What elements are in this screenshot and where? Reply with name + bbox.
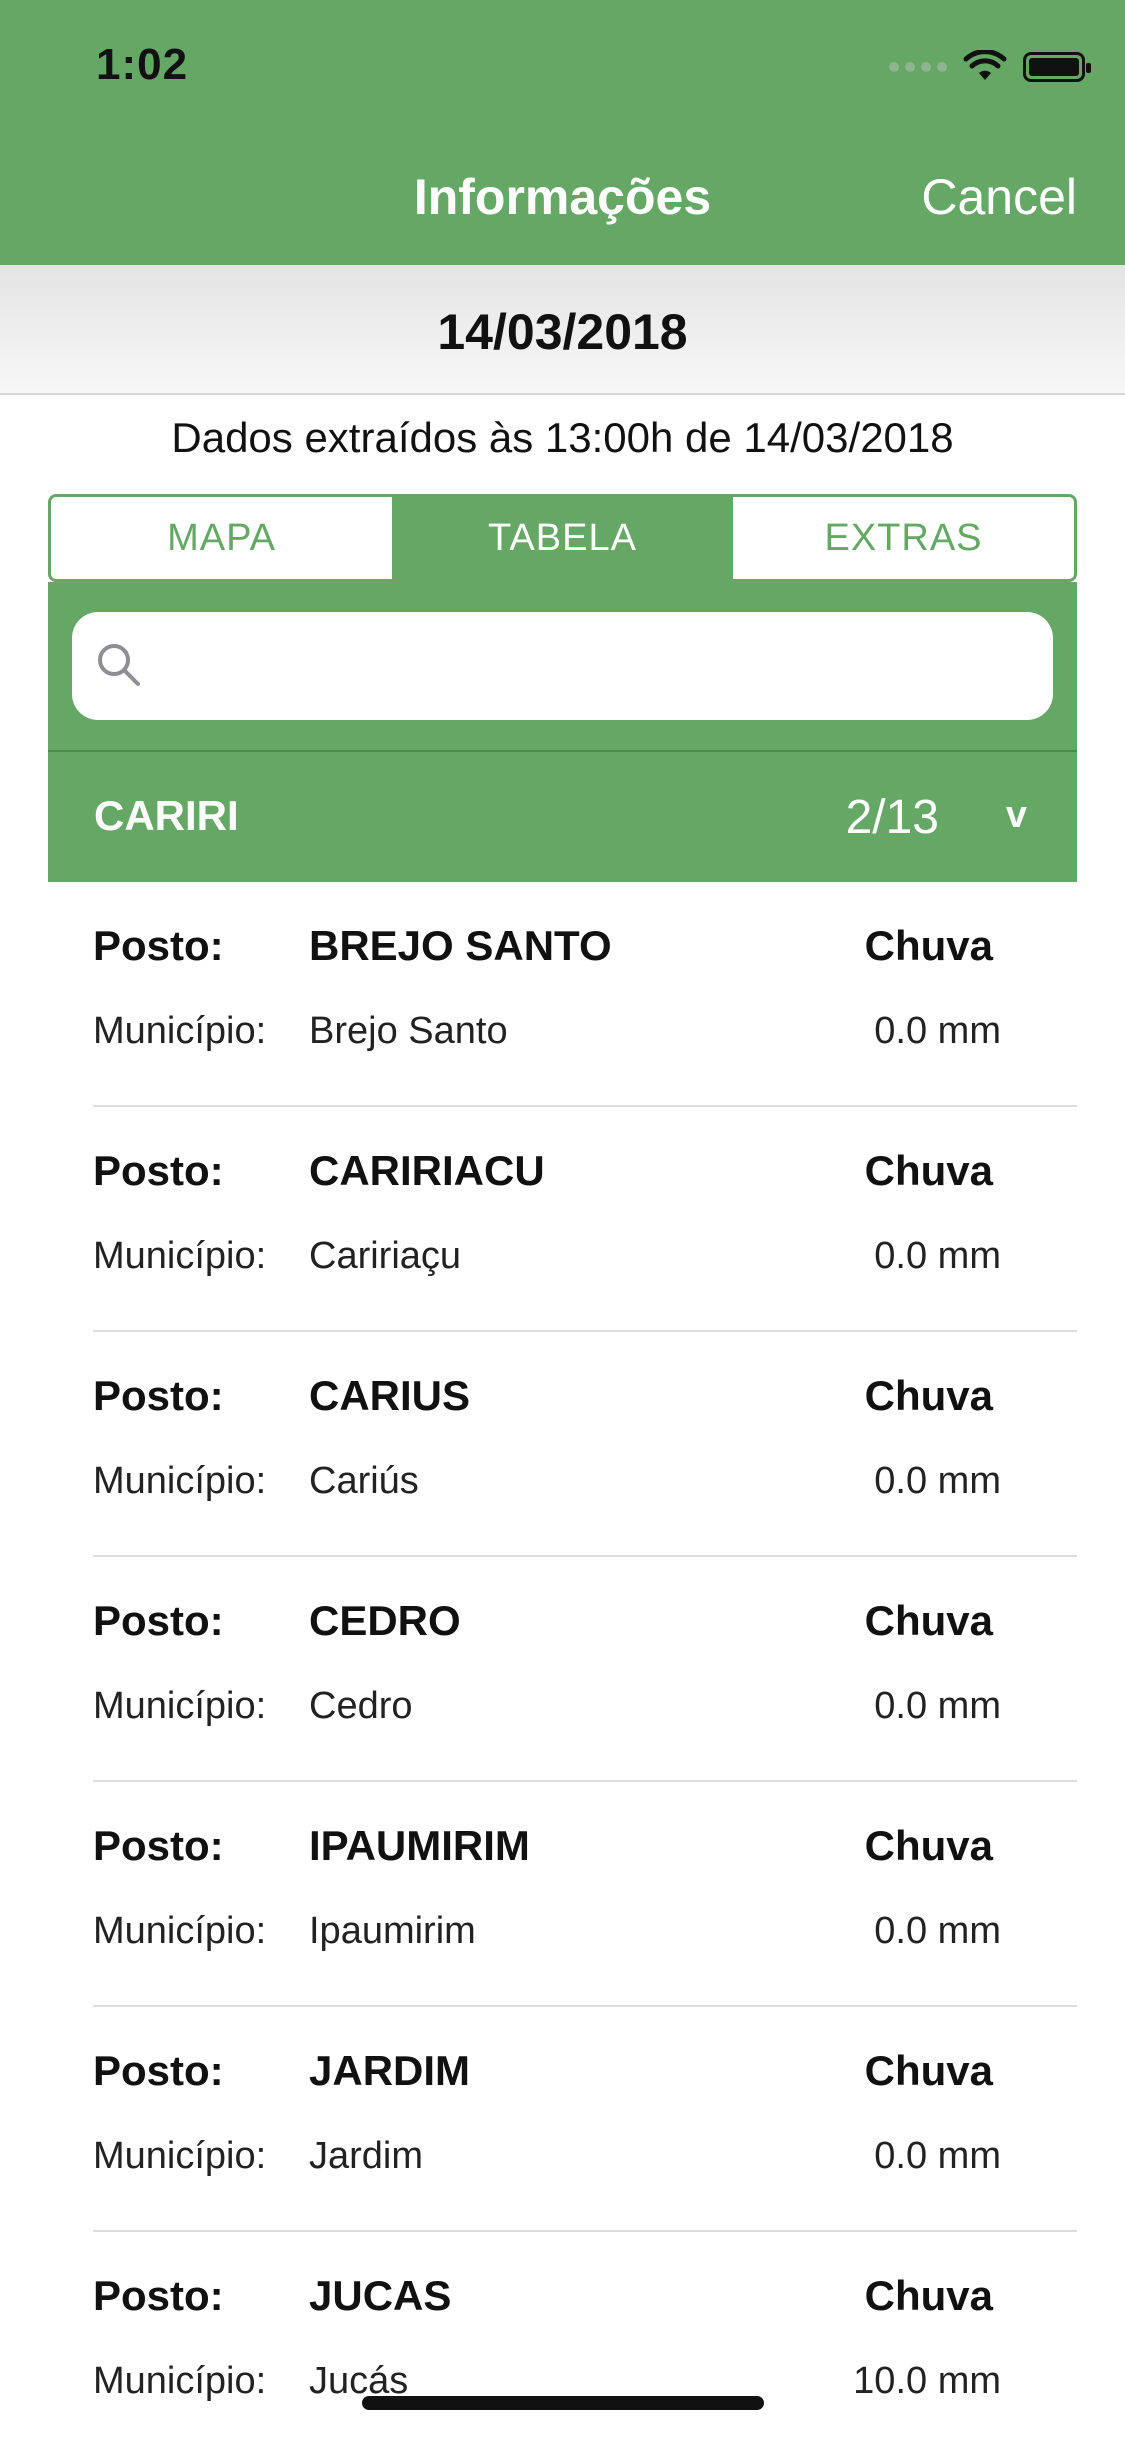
- cancel-button[interactable]: Cancel: [921, 168, 1077, 226]
- posto-value: JUCAS: [309, 2272, 452, 2319]
- date-header: 14/03/2018: [0, 265, 1125, 395]
- municipio-value: Caririaçu: [309, 1235, 462, 1277]
- municipio-label: Município:: [93, 1910, 267, 1952]
- date-label: 14/03/2018: [437, 304, 688, 360]
- municipio-label: Município:: [93, 1460, 267, 1502]
- chuva-label: Chuva: [864, 1822, 993, 1869]
- posto-value: JARDIM: [309, 2047, 471, 2094]
- chuva-label: Chuva: [864, 2047, 993, 2094]
- list-item[interactable]: Posto: JUCAS Chuva Município: Jucás 10.0…: [93, 2232, 1077, 2457]
- station-list: Posto: BREJO SANTO Chuva Município: Brej…: [0, 882, 1125, 2457]
- list-item[interactable]: Posto: IPAUMIRIM Chuva Município: Ipaumi…: [93, 1782, 1077, 2007]
- rain-value: 0.0 mm: [874, 1910, 1001, 1952]
- status-icons: [889, 50, 1091, 84]
- municipio-label: Município:: [93, 2360, 267, 2402]
- extraction-note: Dados extraídos às 13:00h de 14/03/2018: [171, 414, 954, 461]
- tab-mapa[interactable]: MAPA: [51, 497, 392, 579]
- municipio-value: Cariús: [309, 1460, 419, 1502]
- municipio-label: Município:: [93, 2135, 267, 2177]
- rain-value: 0.0 mm: [874, 1685, 1001, 1727]
- posto-label: Posto:: [93, 922, 224, 969]
- navigation-bar: 1:02 Informações Cancel: [0, 0, 1125, 265]
- list-item[interactable]: Posto: CARIRIACU Chuva Município: Cariri…: [93, 1107, 1077, 1332]
- chuva-label: Chuva: [864, 922, 993, 969]
- tab-tabela[interactable]: TABELA: [392, 497, 733, 579]
- status-time: 1:02: [96, 40, 189, 89]
- signal-icon: [889, 62, 947, 72]
- rain-value: 10.0 mm: [853, 2360, 1001, 2402]
- municipio-value: Ipaumirim: [309, 1910, 476, 1952]
- posto-label: Posto:: [93, 1822, 224, 1869]
- region-group-header[interactable]: CARIRI 2/13 v: [48, 750, 1077, 882]
- municipio-label: Município:: [93, 1010, 267, 1052]
- posto-value: IPAUMIRIM: [309, 1822, 530, 1869]
- region-count: 2/13: [845, 791, 939, 844]
- wifi-icon: [963, 50, 1007, 80]
- search-icon: [98, 644, 140, 686]
- rain-value: 0.0 mm: [874, 1460, 1001, 1502]
- posto-value: BREJO SANTO: [309, 922, 612, 969]
- region-name: CARIRI: [94, 792, 239, 839]
- posto-label: Posto:: [93, 2272, 224, 2319]
- search-input[interactable]: [72, 612, 1053, 720]
- battery-icon: [1023, 52, 1091, 82]
- chuva-label: Chuva: [864, 1147, 993, 1194]
- posto-value: CEDRO: [309, 1597, 461, 1644]
- municipio-label: Município:: [93, 1685, 267, 1727]
- posto-value: CARIRIACU: [309, 1147, 545, 1194]
- municipio-value: Jardim: [309, 2135, 424, 2177]
- chuva-label: Chuva: [864, 1372, 993, 1419]
- rain-value: 0.0 mm: [874, 1235, 1001, 1277]
- list-item[interactable]: Posto: BREJO SANTO Chuva Município: Brej…: [93, 882, 1077, 1107]
- municipio-value: Brejo Santo: [309, 1010, 508, 1052]
- view-segmented-control: MAPA TABELA EXTRAS: [48, 494, 1077, 582]
- chevron-down-icon[interactable]: v: [1006, 794, 1027, 837]
- posto-value: CARIUS: [309, 1372, 471, 1419]
- home-indicator[interactable]: [362, 2396, 764, 2410]
- rain-value: 0.0 mm: [874, 1010, 1001, 1052]
- posto-label: Posto:: [93, 1147, 224, 1194]
- chuva-label: Chuva: [864, 2272, 993, 2319]
- municipio-value: Cedro: [309, 1685, 413, 1727]
- municipio-label: Município:: [93, 1235, 267, 1277]
- list-item[interactable]: Posto: CEDRO Chuva Município: Cedro 0.0 …: [93, 1557, 1077, 1782]
- list-item[interactable]: Posto: CARIUS Chuva Município: Cariús 0.…: [93, 1332, 1077, 1557]
- list-item[interactable]: Posto: JARDIM Chuva Município: Jardim 0.…: [93, 2007, 1077, 2232]
- posto-label: Posto:: [93, 2047, 224, 2094]
- posto-label: Posto:: [93, 1597, 224, 1644]
- tab-extras[interactable]: EXTRAS: [733, 497, 1074, 579]
- chuva-label: Chuva: [864, 1597, 993, 1644]
- posto-label: Posto:: [93, 1372, 224, 1419]
- search-bar: [48, 582, 1077, 750]
- rain-value: 0.0 mm: [874, 2135, 1001, 2177]
